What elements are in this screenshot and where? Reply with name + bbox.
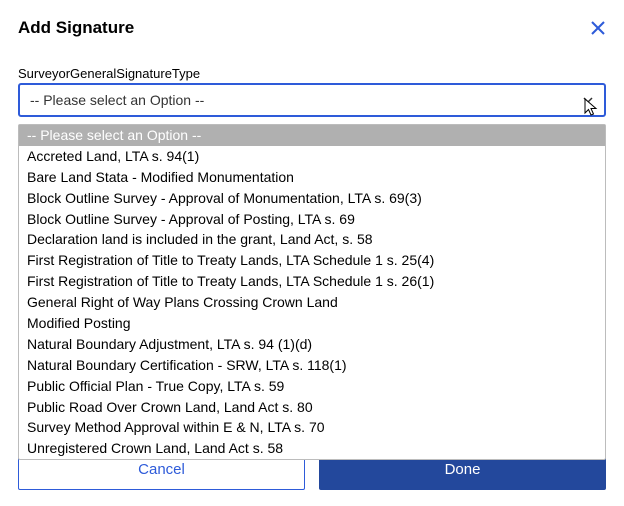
dropdown-option[interactable]: First Registration of Title to Treaty La… <box>19 250 605 271</box>
dropdown-option[interactable]: Declaration land is included in the gran… <box>19 229 605 250</box>
dropdown-option[interactable]: Bare Land Stata - Modified Monumentation <box>19 167 605 188</box>
dropdown-option[interactable]: Survey Method Approval within E & N, LTA… <box>19 417 605 438</box>
dropdown-option[interactable]: Unregistered Crown Land, Land Act s. 58 <box>19 438 605 459</box>
dialog-title: Add Signature <box>18 18 134 38</box>
signature-type-dropdown[interactable]: -- Please select an Option --Accreted La… <box>18 124 606 460</box>
dropdown-option[interactable]: Modified Posting <box>19 313 605 334</box>
dialog-header: Add Signature <box>18 18 606 38</box>
dropdown-option[interactable]: General Right of Way Plans Crossing Crow… <box>19 292 605 313</box>
dropdown-option[interactable]: Block Outline Survey - Approval of Monum… <box>19 188 605 209</box>
dropdown-option[interactable]: Public Road Over Crown Land, Land Act s.… <box>19 397 605 418</box>
dropdown-option[interactable]: Public Official Plan - True Copy, LTA s.… <box>19 376 605 397</box>
select-current-value: -- Please select an Option -- <box>30 92 204 108</box>
field-label: SurveyorGeneralSignatureType <box>18 66 606 81</box>
chevron-wrap <box>582 94 594 106</box>
dropdown-option[interactable]: First Registration of Title to Treaty La… <box>19 271 605 292</box>
dropdown-option[interactable]: Natural Boundary Adjustment, LTA s. 94 (… <box>19 334 605 355</box>
close-icon[interactable] <box>590 20 606 36</box>
dropdown-option[interactable]: Natural Boundary Certification - SRW, LT… <box>19 355 605 376</box>
dropdown-option[interactable]: -- Please select an Option -- <box>19 125 605 146</box>
signature-type-select[interactable]: -- Please select an Option -- <box>18 83 606 117</box>
dropdown-option[interactable]: Accreted Land, LTA s. 94(1) <box>19 146 605 167</box>
dropdown-option[interactable]: Block Outline Survey - Approval of Posti… <box>19 209 605 230</box>
chevron-down-icon <box>582 94 594 106</box>
